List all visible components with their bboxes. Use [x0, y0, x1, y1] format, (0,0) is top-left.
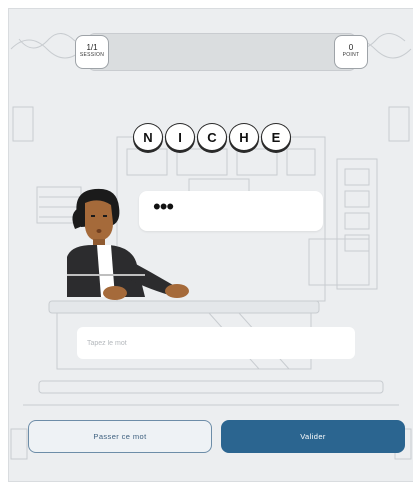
letter-tile: N: [133, 123, 163, 151]
points-badge: 0 POINT: [334, 35, 368, 69]
points-value: 0: [348, 43, 354, 52]
skip-word-button[interactable]: Passer ce mot: [28, 420, 212, 453]
word-input[interactable]: [77, 327, 355, 359]
letter-tile: H: [229, 123, 259, 151]
session-label: SESSION: [79, 52, 105, 58]
session-value: 1/1: [86, 43, 98, 52]
progress-bar: [87, 33, 357, 71]
word-tiles: N I C H E: [133, 123, 291, 151]
speech-bubble: •••: [139, 191, 323, 231]
points-label: POINT: [342, 52, 360, 58]
validate-button[interactable]: Valider: [221, 420, 405, 453]
letter-tile: C: [197, 123, 227, 151]
session-badge: 1/1 SESSION: [75, 35, 109, 69]
letter-tile: E: [261, 123, 291, 151]
typing-indicator: •••: [153, 194, 174, 219]
game-screen: 1/1 SESSION 0 POINT N I C H E ••• Tapez …: [8, 8, 413, 482]
letter-tile: I: [165, 123, 195, 151]
